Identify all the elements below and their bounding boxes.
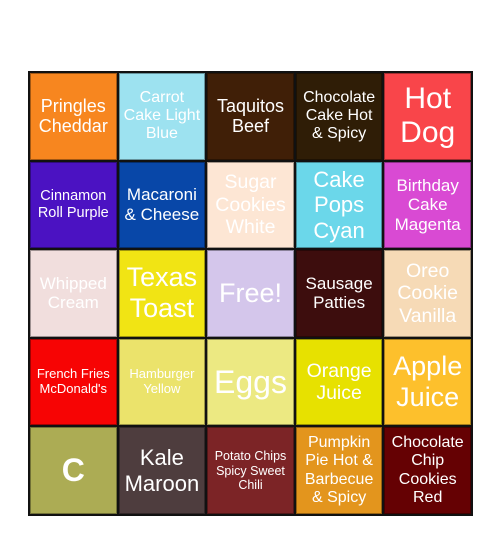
bingo-cell-orange-juice[interactable]: Orange Juice (295, 338, 383, 426)
cell-label: C (61, 452, 85, 489)
cell-label: Pringles Cheddar (38, 95, 108, 137)
bingo-cell-french-fries[interactable]: French Fries McDonald's (30, 338, 117, 426)
cell-label: Kale Maroon (124, 445, 200, 496)
cell-label: Whipped Cream (39, 273, 107, 313)
cell-label: Texas Toast (126, 262, 198, 324)
bingo-cell-taquitos-beef[interactable]: Taquitos Beef (207, 73, 294, 160)
bingo-cell-c[interactable]: C (30, 427, 117, 514)
cell-label: Oreo Cookie Vanilla (397, 259, 459, 327)
cell-label: Hot Dog (400, 81, 456, 150)
cell-label: Cake Pops Cyan (313, 166, 365, 243)
cell-label: Birthday Cake Magenta (394, 175, 461, 234)
bingo-cell-birthday-cake[interactable]: Birthday Cake Magenta (384, 161, 471, 249)
cell-label: Orange Juice (306, 359, 372, 405)
bingo-cell-cake-pops[interactable]: Cake Pops Cyan (295, 161, 383, 249)
cell-label: French Fries McDonald's (36, 366, 110, 397)
cell-label: Carrot Cake Light Blue (123, 88, 201, 143)
bingo-cell-potato-chips[interactable]: Potato Chips Spicy Sweet Chili (207, 427, 294, 514)
bingo-cell-texas-toast[interactable]: Texas Toast (118, 250, 206, 337)
bingo-cell-whipped-cream[interactable]: Whipped Cream (30, 250, 117, 337)
cell-label: Chocolate Cake Hot & Spicy (303, 88, 376, 143)
cell-label: Cinnamon Roll Purple (37, 188, 109, 221)
bingo-cell-pumpkin-pie[interactable]: Pumpkin Pie Hot & Barbecue & Spicy (295, 427, 383, 514)
cell-label: Hamburger Yellow (129, 366, 195, 397)
cell-label: Taquitos Beef (216, 95, 285, 137)
bingo-board: Pringles Cheddar Carrot Cake Light Blue … (28, 71, 473, 516)
bingo-cell-hamburger[interactable]: Hamburger Yellow (118, 338, 206, 426)
cell-label: Potato Chips Spicy Sweet Chili (214, 449, 287, 492)
bingo-cell-chocolate-chip-cookies[interactable]: Chocolate Chip Cookies Red (384, 427, 471, 514)
bingo-cell-free-space[interactable]: Free! (207, 250, 294, 337)
cell-label: Macaroni & Cheese (124, 185, 200, 224)
bingo-cell-oreo-cookie[interactable]: Oreo Cookie Vanilla (384, 250, 471, 337)
bingo-cell-pringles-cheddar[interactable]: Pringles Cheddar (30, 73, 117, 160)
bingo-cell-sausage-patties[interactable]: Sausage Patties (295, 250, 383, 337)
bingo-cell-macaroni-cheese[interactable]: Macaroni & Cheese (118, 161, 206, 249)
cell-label: Sausage Patties (305, 273, 373, 313)
bingo-cell-kale[interactable]: Kale Maroon (118, 427, 206, 514)
cell-label: Sugar Cookies White (215, 171, 286, 239)
cell-label: Eggs (214, 363, 287, 400)
cell-label: Free! (218, 277, 282, 308)
bingo-cell-sugar-cookies[interactable]: Sugar Cookies White (207, 161, 294, 249)
cell-label: Pumpkin Pie Hot & Barbecue & Spicy (304, 433, 374, 507)
bingo-cell-cinnamon-roll[interactable]: Cinnamon Roll Purple (30, 161, 117, 249)
bingo-cell-apple-juice[interactable]: Apple Juice (384, 338, 471, 426)
cell-label: Chocolate Chip Cookies Red (391, 433, 464, 507)
bingo-cell-eggs[interactable]: Eggs (207, 338, 294, 426)
bingo-cell-carrot-cake[interactable]: Carrot Cake Light Blue (118, 73, 206, 160)
cell-label: Apple Juice (393, 351, 463, 413)
bingo-cell-chocolate-cake[interactable]: Chocolate Cake Hot & Spicy (295, 73, 383, 160)
bingo-cell-hot-dog[interactable]: Hot Dog (384, 73, 471, 160)
